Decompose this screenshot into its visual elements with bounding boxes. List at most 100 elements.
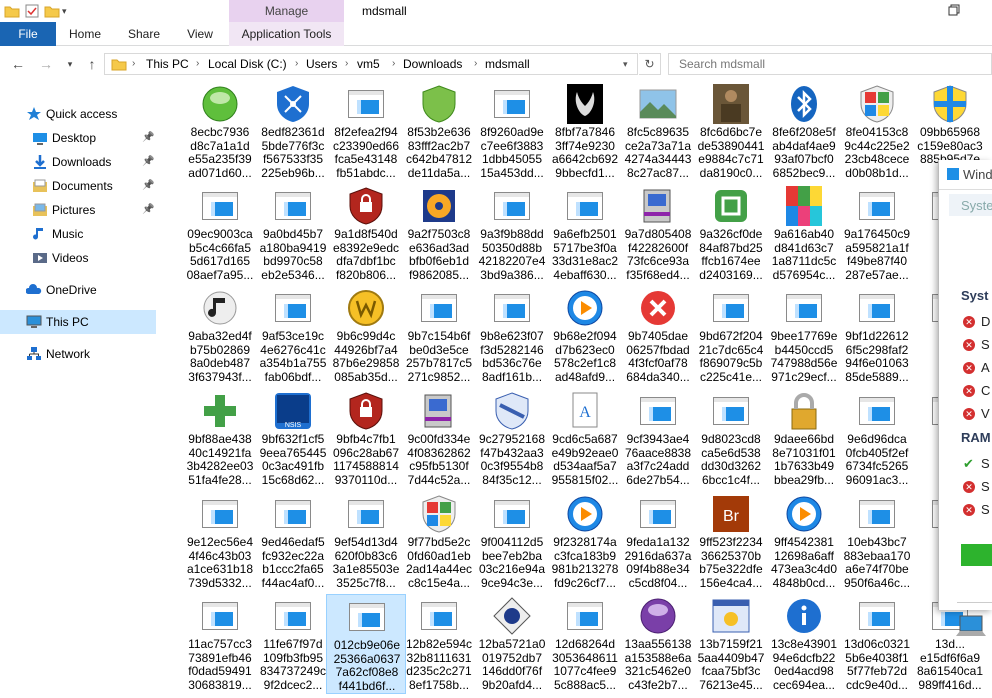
breadcrumb-users[interactable]: Users — [306, 54, 337, 74]
file-item[interactable]: 8fe6f208e5f ab4daf4ae9 93af07bcf0 6852be… — [764, 82, 844, 182]
file-item[interactable]: 9d8023cd8 ca5e6d538 dd30d3262 6bcc1c4f..… — [691, 389, 771, 489]
breadcrumb-this-pc[interactable]: This PC — [146, 54, 189, 74]
file-item[interactable]: 12b82e594c 32b8111631 d235c2c271 8ef1758… — [399, 594, 479, 694]
sidebar-item-quick-access[interactable]: Quick access — [0, 102, 156, 126]
file-item[interactable]: 9a6efb2501 5717be3f0a 33d31e8ac2 4ebaff6… — [545, 184, 625, 284]
restore-icon[interactable] — [946, 2, 962, 18]
file-item[interactable]: 12ba5721a0 019752db7 146dd0f76f 9b20afd4… — [472, 594, 552, 694]
file-item[interactable]: 9ed46edaf5 fc932ec22a b1ccc2fa65 f44ac4a… — [253, 492, 333, 592]
exe-window-icon — [273, 494, 313, 534]
sidebar-item-desktop[interactable]: Desktop 📌 — [0, 126, 156, 150]
file-name: 9ed46edaf5 fc932ec22a b1ccc2fa65 f44ac4a… — [261, 535, 325, 590]
file-item[interactable]: 8f53b2e636 83fff2ac2b7 c642b47812 de11da… — [399, 82, 479, 182]
file-item[interactable]: 9c00fd334e 4f08362862 c95fb5130f 7d44c52… — [399, 389, 479, 489]
file-item[interactable]: 9daee66bd 8e71031f01 1b7633b49 bbea29fb.… — [764, 389, 844, 489]
file-item[interactable]: 10eb43bc7 883ebaa170 a6e74f70be 950f6a46… — [837, 492, 917, 592]
sidebar-item-music[interactable]: Music — [0, 222, 156, 246]
file-item[interactable]: 9a3f9b88dd 50350d88b 42182207e4 3bd9a386… — [472, 184, 552, 284]
file-item[interactable]: 9cf3943ae4 76aace8838 a3f7c24add 6de27b5… — [618, 389, 698, 489]
file-item[interactable]: 13b7159f21 5aa4409b47 fcaa75bf3c 76213e4… — [691, 594, 771, 694]
file-item[interactable]: NSIS 9bf632f1cf5 9eea765445 0c3ac491fb 15… — [253, 389, 333, 489]
up-icon[interactable]: ↑ — [82, 54, 102, 74]
file-item[interactable]: 9ef54d13d4 620f0b83c6 3a1e85503e 3525c7f… — [326, 492, 406, 592]
file-item[interactable]: 9ff4542381 12698a6aff 473ea3c4d0 4848b0c… — [764, 492, 844, 592]
new-folder-icon[interactable] — [44, 3, 60, 19]
file-item[interactable]: 9a1d8f540d e8392e9edc dfa7dbf1bc f820b80… — [326, 184, 406, 284]
forward-icon[interactable]: → — [36, 54, 56, 74]
file-item[interactable]: 9e6d96dca 0fcb405f2ef 6734fc5265 96091ac… — [837, 389, 917, 489]
file-item[interactable]: 9bd672f204 21c7dc65c4 f869079c5b c225c41… — [691, 286, 771, 386]
tab-share[interactable]: Share — [122, 22, 166, 46]
file-item[interactable]: 11fe67f97d 109fb3fb95 834737249c 9f2dcec… — [253, 594, 333, 694]
file-item[interactable]: 8fc6d6bc7e de53890441 e9884c7c71 da8190c… — [691, 82, 771, 182]
file-item[interactable]: Br 9ff523f2234 36625370b b75e322dfe 156e4… — [691, 492, 771, 592]
file-item[interactable]: 8fe04153c8 9c44c225e2 23cb48cece d0b08b1… — [837, 82, 917, 182]
file-item[interactable]: A 9cd6c5a687 e49b92eae0 d534aaf5a7 955815… — [545, 389, 625, 489]
file-item[interactable]: 8edf82361d 5bde776f3c f567533f35 225eb96… — [253, 82, 333, 182]
search-input[interactable]: Search mdsmall — [668, 53, 992, 75]
file-item[interactable]: 9a2f7503c8 e636ad3ad bfb0f6eb1d f9862085… — [399, 184, 479, 284]
file-item[interactable]: 9a0bd45b7 a180ba9419 bd9970c58 eb2e5346.… — [253, 184, 333, 284]
tab-file[interactable]: File — [0, 22, 56, 46]
file-item[interactable]: 13d06c0321 5b6e4038f1 5f77feb72d cdc9e40… — [837, 594, 917, 694]
recent-dropdown-icon[interactable]: ▾ — [60, 54, 80, 74]
file-item[interactable]: 8fc5c89635 ce2a73a71a 4274a34443 8c27ac8… — [618, 82, 698, 182]
refresh-icon[interactable]: ↻ — [639, 53, 661, 75]
breadcrumb-downloads[interactable]: Downloads — [403, 54, 462, 74]
file-item[interactable]: 012cb9e06e 25366a0637 7a62cf08e8 f441bd6… — [326, 594, 406, 694]
tab-home[interactable]: Home — [62, 22, 108, 46]
file-item[interactable]: 9b6c99d4c 44926bf7a4 87b6e29858 085ab35d… — [326, 286, 406, 386]
sidebar-item-this-pc[interactable]: This PC — [0, 310, 156, 334]
file-item[interactable]: 9aba32ed4f b75b02869 8a0deb487 3f637943f… — [180, 286, 260, 386]
file-name: 13b7159f21 5aa4409b47 fcaa75bf3c 76213e4… — [697, 637, 765, 692]
breadcrumb-local-disk[interactable]: Local Disk (C:) — [208, 54, 287, 74]
file-item[interactable]: 12d68264d 3053648611 1077c4fee9 5c888ac5… — [545, 594, 625, 694]
breadcrumb-mdsmall[interactable]: mdsmall — [485, 54, 530, 74]
file-item[interactable]: 11ac757cc3 73891efb46 f0dad59491 3068381… — [180, 594, 260, 694]
file-item[interactable]: 09ec9003ca b5c4c66fa5 5d617d165 08aef7a9… — [180, 184, 260, 284]
overlay-action-button[interactable] — [961, 544, 992, 566]
file-item[interactable]: 9feda1a132 2916da637a 09f4b88e34 c5cd8f0… — [618, 492, 698, 592]
back-icon[interactable]: ← — [8, 54, 28, 74]
file-item[interactable]: 13aa556138 a153588e6a 321c5462e0 c43fe2b… — [618, 594, 698, 694]
file-item[interactable]: 9a7d805408 f42282600f 73fc6ce93a f35f68e… — [618, 184, 698, 284]
file-item[interactable]: 9bfb4c7fb1 096c28ab67 1174588814 9370110… — [326, 389, 406, 489]
properties-icon[interactable] — [24, 3, 40, 19]
file-item[interactable]: 9f2328174a c3fca183b9 981b213278 fd9c26c… — [545, 492, 625, 592]
address-bar[interactable]: › This PC › Local Disk (C:) › Users › vm… — [104, 53, 638, 75]
sidebar-item-pictures[interactable]: Pictures 📌 — [0, 198, 156, 222]
tab-view[interactable]: View — [180, 22, 220, 46]
file-name: 9daee66bd 8e71031f01 1b7633b49 bbea29fb.… — [772, 432, 836, 487]
sidebar-item-videos[interactable]: Videos — [0, 246, 156, 270]
file-item[interactable]: 9bf88ae438 40c14921fa 3b4282ee03 51fa4fe… — [180, 389, 260, 489]
sidebar-item-onedrive[interactable]: OneDrive — [0, 278, 156, 302]
file-item[interactable]: 9e12ec56e4 4f46c43b03 a1ce631b18 739d533… — [180, 492, 260, 592]
sidebar-item-downloads[interactable]: Downloads 📌 — [0, 150, 156, 174]
file-item[interactable]: 9f77bd5e2c 0fd60ad1eb 2ad14a44ec c8c15e4… — [399, 492, 479, 592]
file-item[interactable]: 8ecbc7936 d8c7a1a1d e55a235f39 ad071d60.… — [180, 82, 260, 182]
file-item[interactable]: 9b7c154b6f be0d3e5ce 257b7817c5 271c9852… — [399, 286, 479, 386]
sidebar-item-network[interactable]: Network — [0, 342, 156, 366]
overlay-ram-label: S — [981, 456, 990, 471]
file-item[interactable]: 8f9260ad9e c7ee6f3883 1dbb45055 15a453dd… — [472, 82, 552, 182]
sidebar-item-documents[interactable]: Documents 📌 — [0, 174, 156, 198]
file-item[interactable]: 8fbf7a7846 3ff74e9230 a6642cb692 9bbecfd… — [545, 82, 625, 182]
file-item[interactable]: 9b68e2f094 d7b623ec0 578c2ef1c8 ad48afd9… — [545, 286, 625, 386]
file-item[interactable]: 8f2efea2f94 c23390ed66 fca5e43148 fb51ab… — [326, 82, 406, 182]
tab-application-tools[interactable]: Application Tools — [229, 22, 344, 46]
file-item[interactable]: 9af53ce19c 4e6276c41c a354b1a755 fab06bd… — [253, 286, 333, 386]
file-item[interactable]: 9a176450c9 a595821a1f f49be87f40 287e57a… — [837, 184, 917, 284]
file-item[interactable]: 9a616ab40 d841d63c7 1a8711dc5c d576954c.… — [764, 184, 844, 284]
sidebar-item-label: Downloads — [52, 155, 112, 169]
file-item[interactable]: 9f004112d5 bee7eb2ba 03c216e94a 9ce94c3e… — [472, 492, 552, 592]
file-item[interactable]: 9bf1d22612 6f5c298faf2 94f6e01063 85de58… — [837, 286, 917, 386]
address-dropdown-icon[interactable]: ▾ — [623, 54, 628, 74]
file-item[interactable]: 13c8e43901 94e6dcfb22 0ed4acd98 cec694ea… — [764, 594, 844, 694]
file-item[interactable]: 9b8e623f07 f3d5282146 bd536c76e 8adf161b… — [472, 286, 552, 386]
qat-dropdown-icon[interactable]: ▾ — [62, 3, 78, 19]
file-item[interactable]: 9bee17769e b4450ccd5 747988d56e 971c29ec… — [764, 286, 844, 386]
file-item[interactable]: 9c27952168 f47b432aa3 0c3f9554b8 84f35c1… — [472, 389, 552, 489]
file-item[interactable]: 9a326cf0de 84af87bd25 ffcb1674ee d240316… — [691, 184, 771, 284]
breadcrumb-vm5[interactable]: vm5 — [357, 54, 380, 74]
file-item[interactable]: 9b7405dae 06257fbdad 4f3fcf0af78 684da34… — [618, 286, 698, 386]
